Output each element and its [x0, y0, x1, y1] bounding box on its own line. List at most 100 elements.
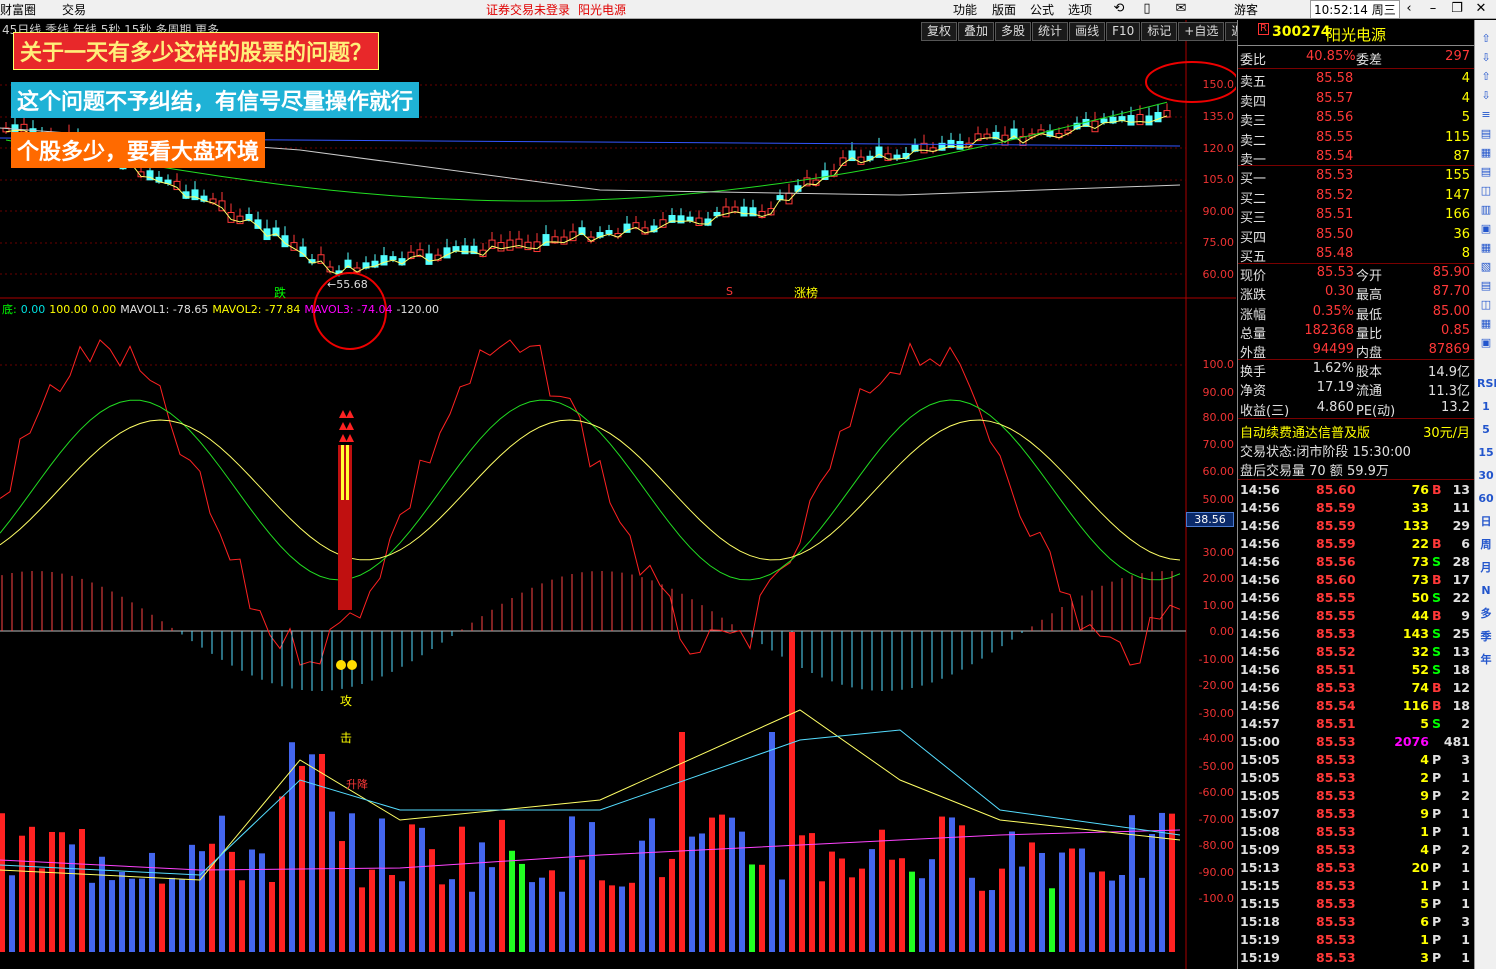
multi-stock-button[interactable]: 多股 — [995, 22, 1032, 41]
period-shortcut[interactable]: 30 — [1477, 467, 1495, 485]
tick-row[interactable]: 15:15 85.53 5 P 1 — [1238, 895, 1474, 913]
tool-icon[interactable]: ▦ — [1477, 315, 1495, 333]
menu-layout[interactable]: 版面 — [992, 1, 1016, 18]
stock-code[interactable]: 300274 — [1272, 24, 1330, 40]
tick-row[interactable]: 15:13 85.53 20 P 1 — [1238, 859, 1474, 877]
menu-formula[interactable]: 公式 — [1030, 1, 1054, 18]
user-label[interactable]: 游客 — [1234, 1, 1258, 18]
tool-icon[interactable]: ⇧ — [1477, 30, 1495, 48]
period-shortcut[interactable]: 15 — [1477, 444, 1495, 462]
tick-row[interactable]: 14:56 85.59 133 29 — [1238, 517, 1474, 535]
tool-icon[interactable]: ▦ — [1477, 239, 1495, 257]
tick-row[interactable]: 15:19 85.53 1 P 1 — [1238, 931, 1474, 949]
refresh-icon[interactable]: ⟲ — [1110, 1, 1128, 16]
tick-row[interactable]: 14:56 85.51 52 S 18 — [1238, 661, 1474, 679]
period-shortcut[interactable]: 周 — [1477, 536, 1495, 554]
tick-row[interactable]: 14:56 85.54 116 B 18 — [1238, 697, 1474, 715]
overlay-button[interactable]: 叠加 — [958, 22, 995, 41]
tick-count: 1 — [1461, 860, 1470, 875]
tick-row[interactable]: 14:56 85.60 76 B 13 — [1238, 481, 1474, 499]
tick-direction: B — [1432, 698, 1442, 713]
tool-icon[interactable]: ▤ — [1477, 125, 1495, 143]
tool-icon[interactable]: ▣ — [1477, 220, 1495, 238]
tick-row[interactable]: 14:56 85.60 73 B 17 — [1238, 571, 1474, 589]
menu-options[interactable]: 选项 — [1068, 1, 1092, 18]
app-title[interactable]: 财富圈 — [0, 1, 36, 18]
tick-row[interactable]: 15:05 85.53 2 P 1 — [1238, 769, 1474, 787]
promo-price[interactable]: 30元/月 — [1423, 422, 1470, 441]
period-shortcut[interactable]: RSI — [1477, 375, 1496, 393]
tick-row[interactable]: 15:05 85.53 4 P 3 — [1238, 751, 1474, 769]
tick-row[interactable]: 15:08 85.53 1 P 1 — [1238, 823, 1474, 841]
tick-row[interactable]: 15:00 85.53 2076 481 — [1238, 733, 1474, 751]
add-watchlist-button[interactable]: +自选 — [1178, 22, 1225, 41]
tick-row[interactable]: 14:56 85.55 44 B 9 — [1238, 607, 1474, 625]
f10-button[interactable]: F10 — [1106, 22, 1141, 41]
tick-volume: 2076 — [1394, 734, 1429, 749]
fuquan-button[interactable]: 复权 — [921, 22, 958, 41]
candle — [497, 242, 505, 252]
bid-row[interactable]: 买四 85.50 36 — [1238, 226, 1474, 246]
tick-row[interactable]: 15:07 85.53 9 P 1 — [1238, 805, 1474, 823]
period-shortcut[interactable]: 1 — [1477, 398, 1495, 416]
tick-row[interactable]: 14:56 85.55 50 S 22 — [1238, 589, 1474, 607]
tool-icon[interactable]: ▦ — [1477, 144, 1495, 162]
tick-row[interactable]: 15:18 85.53 6 P 3 — [1238, 913, 1474, 931]
tool-icon[interactable]: ⇧ — [1477, 68, 1495, 86]
login-warning[interactable]: 证券交易未登录 — [486, 1, 570, 18]
tool-icon[interactable]: ⇩ — [1477, 49, 1495, 67]
bid-row[interactable]: 买二 85.52 147 — [1238, 187, 1474, 207]
tick-row[interactable]: 14:56 85.53 143 S 25 — [1238, 625, 1474, 643]
tick-row[interactable]: 14:56 85.59 22 B 6 — [1238, 535, 1474, 553]
tick-row[interactable]: 15:05 85.53 9 P 2 — [1238, 787, 1474, 805]
trade-menu[interactable]: 交易 — [62, 1, 86, 18]
minimize-icon[interactable]: – — [1424, 1, 1442, 16]
promo-row[interactable]: 自动续费通达信普及版 30元/月 — [1238, 421, 1474, 441]
signal-arrow — [339, 410, 347, 418]
tool-icon[interactable]: ▤ — [1477, 277, 1495, 295]
tick-row[interactable]: 14:56 85.59 33 11 — [1238, 499, 1474, 517]
bid-row[interactable]: 买三 85.51 166 — [1238, 206, 1474, 226]
draw-line-button[interactable]: 画线 — [1069, 22, 1106, 41]
ask-row[interactable]: 卖三 85.56 5 — [1238, 109, 1474, 129]
period-shortcut[interactable]: N — [1477, 582, 1495, 600]
period-shortcut[interactable]: 60 — [1477, 490, 1495, 508]
tick-row[interactable]: 14:56 85.53 74 B 12 — [1238, 679, 1474, 697]
period-shortcut[interactable]: 5 — [1477, 421, 1495, 439]
tool-icon[interactable]: ▥ — [1477, 201, 1495, 219]
tick-row[interactable]: 14:57 85.51 5 S 2 — [1238, 715, 1474, 733]
period-shortcut[interactable]: 年 — [1477, 651, 1495, 669]
period-shortcut[interactable]: 日 — [1477, 513, 1495, 531]
bid-row[interactable]: 买五 85.48 8 — [1238, 245, 1474, 265]
back-icon[interactable]: ‹ — [1400, 1, 1418, 16]
tick-row[interactable]: 15:09 85.53 4 P 2 — [1238, 841, 1474, 859]
maximize-icon[interactable]: ❐ — [1448, 1, 1466, 16]
ask-row[interactable]: 卖五 85.58 4 — [1238, 70, 1474, 90]
tick-row[interactable]: 14:56 85.56 73 S 28 — [1238, 553, 1474, 571]
mark-button[interactable]: 标记 — [1141, 22, 1178, 41]
tick-row[interactable]: 15:15 85.53 1 P 1 — [1238, 877, 1474, 895]
ask-row[interactable]: 卖二 85.55 115 — [1238, 129, 1474, 149]
period-shortcut[interactable]: 多 — [1477, 605, 1495, 623]
tool-icon[interactable]: ◫ — [1477, 296, 1495, 314]
clipboard-icon[interactable]: ▯ — [1138, 1, 1156, 16]
bid-row[interactable]: 买一 85.53 155 — [1238, 167, 1474, 187]
promo-text[interactable]: 自动续费通达信普及版 — [1240, 422, 1370, 441]
statistics-button[interactable]: 统计 — [1032, 22, 1069, 41]
tick-time: 14:56 — [1240, 590, 1280, 605]
tool-icon[interactable]: ▧ — [1477, 258, 1495, 276]
ask-row[interactable]: 卖四 85.57 4 — [1238, 90, 1474, 110]
menu-function[interactable]: 功能 — [953, 1, 977, 18]
tool-icon[interactable]: ▤ — [1477, 163, 1495, 181]
tick-row[interactable]: 14:56 85.52 32 S 13 — [1238, 643, 1474, 661]
tick-row[interactable]: 15:19 85.53 3 P 1 — [1238, 949, 1474, 967]
period-shortcut[interactable]: 季 — [1477, 628, 1495, 646]
period-shortcut[interactable]: 月 — [1477, 559, 1495, 577]
tool-icon[interactable]: ≡ — [1477, 106, 1495, 124]
tool-icon[interactable]: ◫ — [1477, 182, 1495, 200]
tool-icon[interactable]: ⇩ — [1477, 87, 1495, 105]
tool-icon[interactable]: ▣ — [1477, 334, 1495, 352]
mail-icon[interactable]: ✉ — [1172, 1, 1190, 16]
close-icon[interactable]: ✕ — [1472, 1, 1490, 16]
stock-name[interactable]: 阳光电源 — [1326, 24, 1386, 45]
